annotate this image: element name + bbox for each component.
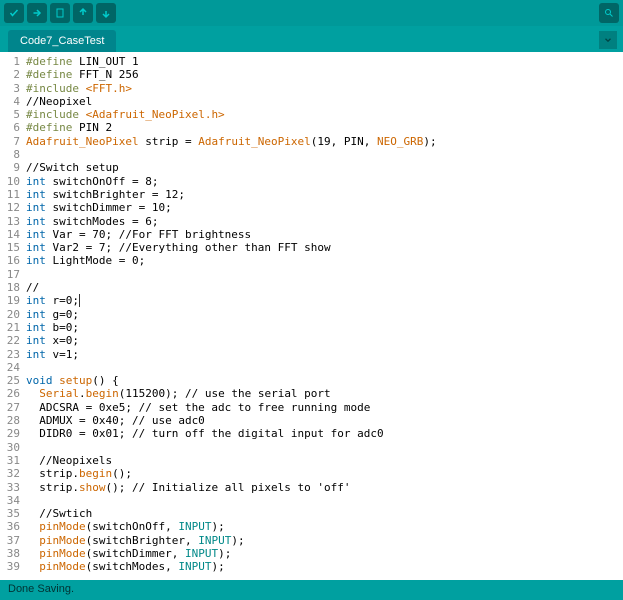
code-line: void setup() { [26, 374, 623, 387]
code-line: int g=0; [26, 308, 623, 321]
line-number: 18 [0, 281, 20, 294]
line-number: 13 [0, 215, 20, 228]
code-line: //Neopixel [26, 95, 623, 108]
line-number: 27 [0, 401, 20, 414]
code-line: pinMode(switchModes, INPUT); [26, 560, 623, 573]
status-bar: Done Saving. [0, 580, 623, 600]
code-line: int LightMode = 0; [26, 254, 623, 267]
code-line: Adafruit_NeoPixel strip = Adafruit_NeoPi… [26, 135, 623, 148]
code-line: int Var = 70; //For FFT brightness [26, 228, 623, 241]
serial-monitor-button[interactable] [599, 3, 619, 23]
code-line: //Neopixels [26, 454, 623, 467]
line-number: 2 [0, 68, 20, 81]
line-number: 21 [0, 321, 20, 334]
code-line: // [26, 281, 623, 294]
code-line: #include <Adafruit_NeoPixel.h> [26, 108, 623, 121]
line-number: 23 [0, 348, 20, 361]
line-number: 36 [0, 520, 20, 533]
code-line [26, 361, 623, 374]
tab-menu-button[interactable] [599, 31, 617, 49]
line-number: 33 [0, 481, 20, 494]
line-number: 12 [0, 201, 20, 214]
status-text: Done Saving. [8, 583, 74, 595]
toolbar-left [4, 3, 116, 23]
line-number: 8 [0, 148, 20, 161]
toolbar [0, 0, 623, 26]
line-number: 3 [0, 82, 20, 95]
line-number: 29 [0, 427, 20, 440]
line-number: 39 [0, 560, 20, 573]
line-number: 26 [0, 387, 20, 400]
code-line: Serial.begin(115200); // use the serial … [26, 387, 623, 400]
line-number: 31 [0, 454, 20, 467]
new-button[interactable] [50, 3, 70, 23]
line-number: 25 [0, 374, 20, 387]
line-number: 38 [0, 547, 20, 560]
code-line: int switchDimmer = 10; [26, 201, 623, 214]
line-number: 15 [0, 241, 20, 254]
line-number: 30 [0, 441, 20, 454]
code-line: int switchModes = 6; [26, 215, 623, 228]
code-line: DIDR0 = 0x01; // turn off the digital in… [26, 427, 623, 440]
line-number: 28 [0, 414, 20, 427]
code-line: int switchOnOff = 8; [26, 175, 623, 188]
code-line: #define LIN_OUT 1 [26, 55, 623, 68]
code-editor[interactable]: 1234567891011121314151617181920212223242… [0, 52, 623, 580]
line-number: 14 [0, 228, 20, 241]
code-line [26, 268, 623, 281]
code-line: pinMode(switchOnOff, INPUT); [26, 520, 623, 533]
code-line: #include <FFT.h> [26, 82, 623, 95]
code-line [26, 148, 623, 161]
line-number: 19 [0, 294, 20, 307]
code-line: pinMode(switchDimmer, INPUT); [26, 547, 623, 560]
line-number: 11 [0, 188, 20, 201]
code-line: strip.begin(); [26, 467, 623, 480]
code-line: int b=0; [26, 321, 623, 334]
line-number: 7 [0, 135, 20, 148]
open-button[interactable] [73, 3, 93, 23]
line-number: 16 [0, 254, 20, 267]
code-content[interactable]: #define LIN_OUT 1#define FFT_N 256#inclu… [26, 52, 623, 580]
line-number: 35 [0, 507, 20, 520]
line-number: 1 [0, 55, 20, 68]
upload-button[interactable] [27, 3, 47, 23]
save-button[interactable] [96, 3, 116, 23]
code-line: int switchBrighter = 12; [26, 188, 623, 201]
code-line: pinMode(switchBrighter, INPUT); [26, 534, 623, 547]
line-number: 5 [0, 108, 20, 121]
toolbar-right [599, 3, 619, 23]
code-line: //Switch setup [26, 161, 623, 174]
line-number: 6 [0, 121, 20, 134]
code-line [26, 494, 623, 507]
code-line: //Swtich [26, 507, 623, 520]
code-line: #define PIN 2 [26, 121, 623, 134]
code-line: int Var2 = 7; //Everything other than FF… [26, 241, 623, 254]
code-line [26, 441, 623, 454]
line-number: 34 [0, 494, 20, 507]
code-line: int x=0; [26, 334, 623, 347]
line-number: 22 [0, 334, 20, 347]
line-number: 20 [0, 308, 20, 321]
line-number: 17 [0, 268, 20, 281]
verify-button[interactable] [4, 3, 24, 23]
tab-active[interactable]: Code7_CaseTest [8, 30, 116, 52]
code-line: int v=1; [26, 348, 623, 361]
line-number: 24 [0, 361, 20, 374]
tab-bar: Code7_CaseTest [0, 26, 623, 52]
code-line: ADMUX = 0x40; // use adc0 [26, 414, 623, 427]
code-line: strip.show(); // Initialize all pixels t… [26, 481, 623, 494]
code-line: ADCSRA = 0xe5; // set the adc to free ru… [26, 401, 623, 414]
code-line: int r=0; [26, 294, 623, 307]
code-line: #define FFT_N 256 [26, 68, 623, 81]
line-gutter: 1234567891011121314151617181920212223242… [0, 52, 26, 580]
line-number: 9 [0, 161, 20, 174]
line-number: 32 [0, 467, 20, 480]
line-number: 10 [0, 175, 20, 188]
line-number: 37 [0, 534, 20, 547]
line-number: 4 [0, 95, 20, 108]
